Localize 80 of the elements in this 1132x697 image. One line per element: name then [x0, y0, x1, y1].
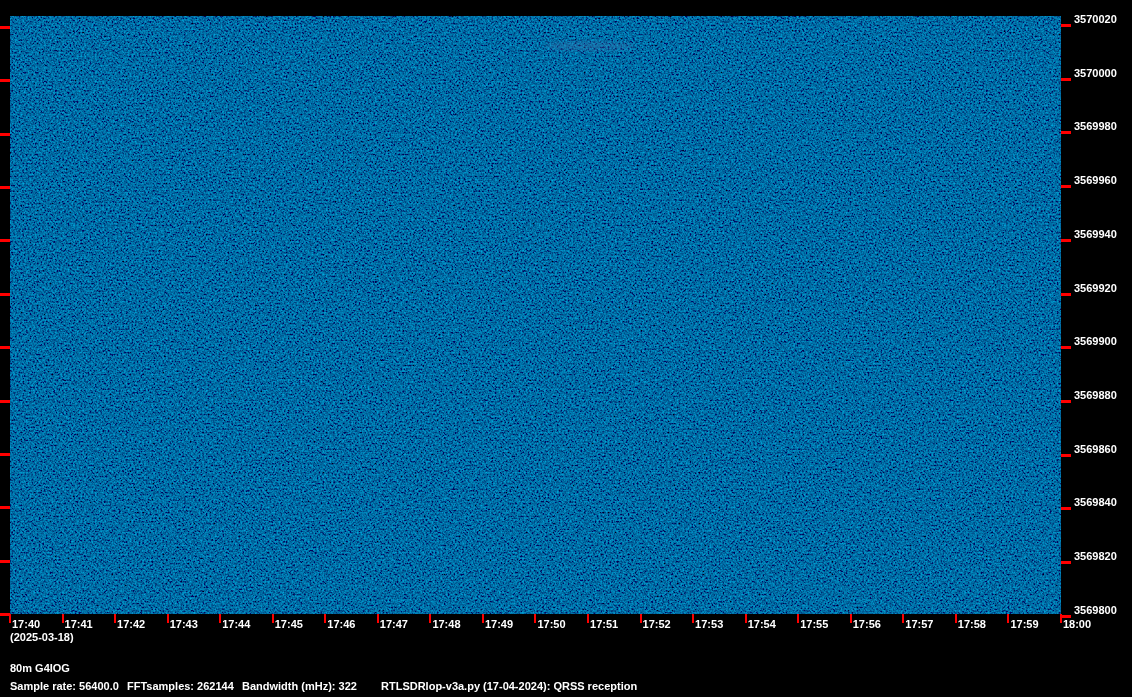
- frequency-label: 3569940: [1074, 227, 1117, 240]
- frequency-label: 3570020: [1074, 13, 1117, 25]
- time-label: 17:53: [695, 618, 724, 630]
- time-label: 17:51: [590, 618, 619, 630]
- axis-tick: [0, 346, 10, 350]
- info-text: FFTsamples: 262144: [127, 680, 235, 692]
- time-label: 17:46: [327, 618, 356, 630]
- axis-tick: [0, 559, 10, 563]
- axis-tick: [166, 614, 169, 623]
- axis-tick: [1061, 346, 1071, 350]
- axis-tick: [0, 79, 10, 83]
- axis-tick: [271, 614, 274, 623]
- axis-tick: [376, 614, 379, 623]
- axis-tick: [61, 614, 64, 623]
- axis-tick: [902, 614, 905, 623]
- time-label: 17:56: [852, 618, 881, 630]
- axis-tick: [1061, 507, 1071, 511]
- time-label: 17:57: [905, 618, 934, 630]
- axis-tick: [1061, 185, 1071, 189]
- time-label: 17:49: [484, 618, 514, 630]
- axis-tick: [0, 239, 10, 243]
- axis-tick: [481, 614, 484, 623]
- time-label: 17:41: [64, 618, 93, 630]
- time-label: 17:54: [747, 618, 776, 630]
- station-label: 80m G4IOG: [10, 662, 71, 676]
- time-label: 17:48: [432, 618, 461, 630]
- axis-tick: [1061, 400, 1071, 404]
- axis-tick: [0, 506, 10, 510]
- frequency-label: 3569840: [1074, 496, 1117, 509]
- axis-tick: [1061, 292, 1071, 296]
- axis-tick: [1061, 77, 1071, 81]
- axis-tick: [954, 614, 957, 623]
- time-label: 17:45: [274, 618, 303, 630]
- axis-tick: [744, 614, 747, 623]
- axis-tick: [429, 614, 432, 623]
- frequency-label: 3569980: [1074, 120, 1117, 133]
- time-label: 17:47: [379, 618, 408, 630]
- time-label: 17:43: [169, 618, 198, 630]
- time-label: 17:50: [537, 618, 566, 630]
- frequency-label: 3569900: [1074, 335, 1117, 348]
- axis-tick: [1061, 238, 1071, 242]
- time-label: 17:52: [642, 618, 671, 630]
- time-label: 17:58: [957, 618, 986, 630]
- info-text: RTLSDRlop-v3a.py (17-04-2024): QRSS reception: [381, 680, 638, 692]
- axis-tick: [797, 614, 800, 623]
- frequency-label: 3569800: [1074, 603, 1117, 616]
- frequency-label: 3569820: [1074, 550, 1117, 563]
- frequency-label: 3569860: [1074, 442, 1117, 455]
- axis-tick: [639, 614, 642, 623]
- axis-tick: [692, 614, 695, 623]
- axis-tick: [1061, 561, 1071, 565]
- axis-tick: [0, 452, 10, 456]
- time-label: 17:40: [12, 618, 41, 630]
- axis-tick: [0, 132, 10, 136]
- axis-tick: [0, 26, 10, 29]
- time-label: 17:55: [800, 618, 829, 630]
- axis-tick: [1061, 24, 1071, 27]
- frequency-label: 3569960: [1074, 174, 1117, 187]
- time-label: 18:00: [1062, 618, 1092, 630]
- axis-tick: [324, 614, 327, 623]
- axis-tick: [1061, 131, 1071, 135]
- axis-tick: [0, 186, 10, 190]
- time-label: 17:44: [222, 618, 251, 630]
- info-text: Bandwidth (mHz): 322: [242, 680, 358, 692]
- axis-tick: [534, 614, 537, 623]
- axis-tick: [1061, 453, 1071, 457]
- frequency-label: 3570000: [1074, 66, 1117, 79]
- frequency-label: 3569880: [1074, 389, 1117, 402]
- axis-tick: [219, 614, 222, 623]
- time-label: 17:59: [1010, 618, 1039, 630]
- axis-tick: [0, 399, 10, 403]
- date-label: (2025-03-18): [10, 631, 75, 645]
- frequency-label: 3569920: [1074, 281, 1117, 294]
- axis-tick: [849, 614, 852, 623]
- axis-tick: [114, 614, 117, 623]
- axis-tick: [587, 614, 589, 623]
- axis-tick: [1007, 614, 1010, 623]
- axis-tick: [0, 292, 10, 296]
- time-label: 17:42: [117, 618, 146, 630]
- info-text: Sample rate: 56400.0: [10, 680, 120, 692]
